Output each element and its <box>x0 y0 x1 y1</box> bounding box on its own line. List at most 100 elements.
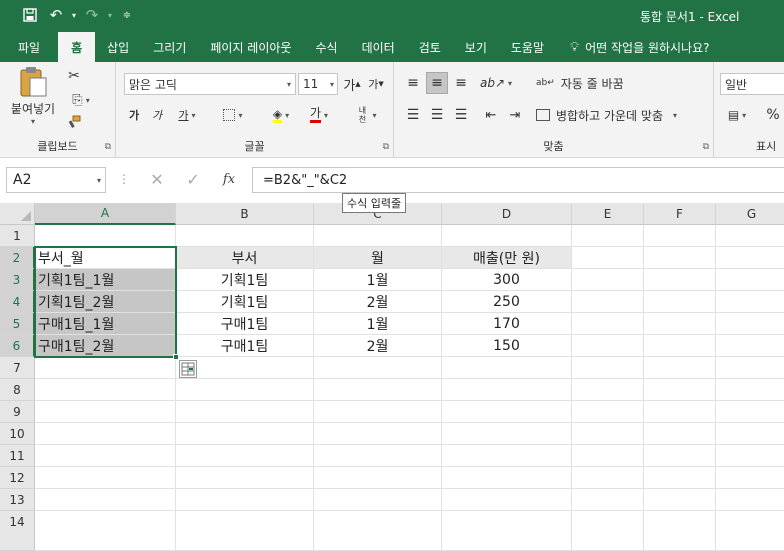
cell-b12[interactable] <box>176 467 314 489</box>
underline-button[interactable]: 가 ▾ <box>170 104 204 126</box>
cell-g13[interactable] <box>716 489 784 511</box>
cell-b14[interactable] <box>176 511 314 551</box>
cell-d14[interactable] <box>442 511 572 551</box>
undo-dropdown-icon[interactable]: ▾ <box>68 0 80 30</box>
cell-g14[interactable] <box>716 511 784 551</box>
cell-c5[interactable]: 1월 <box>314 313 442 335</box>
column-header-b[interactable]: B <box>176 203 314 225</box>
cell-c10[interactable] <box>314 423 442 445</box>
cell-a12[interactable] <box>35 467 176 489</box>
cell-g6[interactable] <box>716 335 784 357</box>
insert-function-icon[interactable]: fx <box>218 168 240 190</box>
redo-dropdown-icon[interactable]: ▾ <box>104 0 116 30</box>
wrap-text-button[interactable]: ab↵ 자동 줄 바꿈 <box>536 72 656 94</box>
row-header-13[interactable]: 13 <box>0 489 35 511</box>
cell-g3[interactable] <box>716 269 784 291</box>
increase-indent-icon[interactable]: ⇥ <box>504 104 526 126</box>
cell-c13[interactable] <box>314 489 442 511</box>
format-painter-icon[interactable] <box>64 112 84 132</box>
alignment-launcher-icon[interactable]: ⧉ <box>703 142 709 152</box>
cell-f10[interactable] <box>644 423 716 445</box>
cell-g1[interactable] <box>716 225 784 247</box>
cell-b6[interactable]: 구매1팀 <box>176 335 314 357</box>
cell-d12[interactable] <box>442 467 572 489</box>
font-color-button[interactable]: 가 ▾ <box>302 104 336 126</box>
borders-button[interactable]: ▾ <box>216 104 250 126</box>
select-all-button[interactable] <box>0 203 35 225</box>
align-right-icon[interactable]: ☰ <box>450 104 472 126</box>
cell-a2[interactable]: 부서_월 <box>35 247 176 269</box>
cell-b10[interactable] <box>176 423 314 445</box>
column-header-d[interactable]: D <box>442 203 572 225</box>
cell-e5[interactable] <box>572 313 644 335</box>
cell-f2[interactable] <box>644 247 716 269</box>
cell-e8[interactable] <box>572 379 644 401</box>
cell-f13[interactable] <box>644 489 716 511</box>
row-header-8[interactable]: 8 <box>0 379 35 401</box>
tab-home[interactable]: 홈 <box>58 32 96 62</box>
paste-button[interactable]: 붙여넣기 ▾ <box>6 66 60 126</box>
cell-d11[interactable] <box>442 445 572 467</box>
formula-input[interactable]: =B2&"_"&C2 <box>252 167 784 193</box>
tab-file[interactable]: 파일 <box>0 32 58 62</box>
cell-g9[interactable] <box>716 401 784 423</box>
tab-help[interactable]: 도움말 <box>499 32 556 62</box>
font-size-select[interactable]: 11 ▾ <box>298 73 338 95</box>
cell-a7[interactable] <box>35 357 176 379</box>
cell-e13[interactable] <box>572 489 644 511</box>
cell-g2[interactable] <box>716 247 784 269</box>
cell-g11[interactable] <box>716 445 784 467</box>
clipboard-launcher-icon[interactable]: ⧉ <box>105 142 111 152</box>
cell-d6[interactable]: 150 <box>442 335 572 357</box>
cell-g7[interactable] <box>716 357 784 379</box>
cell-d10[interactable] <box>442 423 572 445</box>
cell-a13[interactable] <box>35 489 176 511</box>
cell-g4[interactable] <box>716 291 784 313</box>
cell-f3[interactable] <box>644 269 716 291</box>
cell-a1[interactable] <box>35 225 176 247</box>
cell-d2[interactable]: 매출(만 원) <box>442 247 572 269</box>
cell-a11[interactable] <box>35 445 176 467</box>
cell-d3[interactable]: 300 <box>442 269 572 291</box>
cell-b2[interactable]: 부서 <box>176 247 314 269</box>
tab-view[interactable]: 보기 <box>453 32 499 62</box>
cell-c8[interactable] <box>314 379 442 401</box>
cell-d1[interactable] <box>442 225 572 247</box>
cell-e4[interactable] <box>572 291 644 313</box>
cell-f7[interactable] <box>644 357 716 379</box>
cell-a8[interactable] <box>35 379 176 401</box>
cell-c14[interactable] <box>314 511 442 551</box>
cell-f5[interactable] <box>644 313 716 335</box>
cell-d7[interactable] <box>442 357 572 379</box>
cell-d8[interactable] <box>442 379 572 401</box>
cell-b4[interactable]: 기획1팀 <box>176 291 314 313</box>
phonetic-button[interactable]: 내천 ▾ <box>348 104 384 126</box>
cell-c9[interactable] <box>314 401 442 423</box>
cell-f9[interactable] <box>644 401 716 423</box>
cell-e11[interactable] <box>572 445 644 467</box>
row-header-14[interactable]: 14 <box>0 511 35 551</box>
redo-icon[interactable]: ↷ <box>80 0 104 30</box>
cell-e1[interactable] <box>572 225 644 247</box>
cell-c11[interactable] <box>314 445 442 467</box>
cell-e12[interactable] <box>572 467 644 489</box>
cell-a4[interactable]: 기획1팀_2월 <box>35 291 176 313</box>
decrease-font-size-icon[interactable]: 가 ▼ <box>366 74 386 94</box>
cell-d13[interactable] <box>442 489 572 511</box>
cell-d4[interactable]: 250 <box>442 291 572 313</box>
cut-icon[interactable]: ✂ <box>64 66 84 86</box>
cell-f1[interactable] <box>644 225 716 247</box>
row-header-9[interactable]: 9 <box>0 401 35 423</box>
cell-a14[interactable] <box>35 511 176 551</box>
cell-b3[interactable]: 기획1팀 <box>176 269 314 291</box>
cell-b13[interactable] <box>176 489 314 511</box>
row-header-12[interactable]: 12 <box>0 467 35 489</box>
row-header-11[interactable]: 11 <box>0 445 35 467</box>
cell-b9[interactable] <box>176 401 314 423</box>
cell-a5[interactable]: 구매1팀_1월 <box>35 313 176 335</box>
row-header-2[interactable]: 2 <box>0 247 35 269</box>
cell-a9[interactable] <box>35 401 176 423</box>
cell-a10[interactable] <box>35 423 176 445</box>
cell-g10[interactable] <box>716 423 784 445</box>
increase-font-size-icon[interactable]: 가 ▲ <box>342 74 362 94</box>
